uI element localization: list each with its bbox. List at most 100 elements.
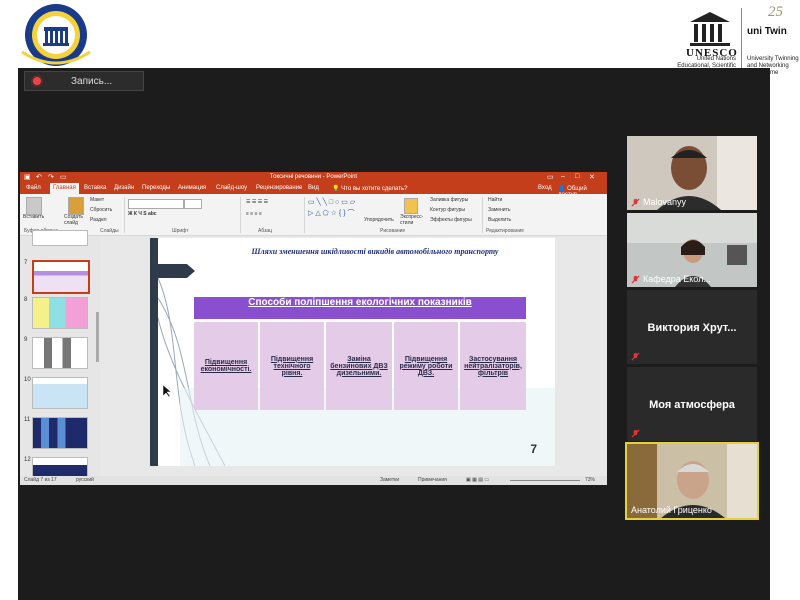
shapes-gallery[interactable]: ▭ ╲ ╲ □ ○ ▭ ▱ (308, 198, 355, 206)
slide-method-cell: Заміна бензинових ДВЗ дизельними. (326, 322, 392, 410)
university-logo (21, 4, 91, 66)
slide-thumbnail[interactable] (32, 230, 88, 246)
shapes-gallery-row2[interactable]: ▷ △ ⬠ ☆ { } ⌒ (308, 208, 354, 218)
quick-styles-label: Экспресс-стили (400, 214, 424, 226)
slide-method-cell: Підвищення технічного рівня. (260, 322, 324, 410)
zoom-level[interactable]: 73% (585, 477, 595, 483)
participant-name: Malovanyy (643, 197, 687, 207)
slide-thumbnail-pane: 7 8 9 10 11 12 (20, 230, 100, 477)
quick-styles-icon[interactable] (404, 198, 418, 214)
participant-name: Виктория Хрут... (647, 322, 737, 334)
tab-design[interactable]: Дизайн (114, 185, 134, 191)
font-name-dropdown[interactable] (128, 199, 184, 209)
slide-number: 7 (530, 442, 537, 456)
font-size-dropdown[interactable] (184, 199, 202, 209)
group-drawing: Рисование (380, 228, 406, 234)
muted-mic-icon (631, 198, 640, 207)
tab-slideshow[interactable]: Слайд-шоу (216, 185, 247, 191)
participant-tile[interactable]: Malovanyy (627, 136, 757, 210)
unitwin-wordmark: uni Twin (747, 26, 787, 37)
group-slides: Слайды (100, 228, 119, 234)
group-editing: Редактирование (486, 228, 525, 234)
comments-button[interactable]: Примечания (418, 477, 447, 483)
tab-review[interactable]: Рецензирование (256, 185, 302, 191)
find-button[interactable]: Найти (488, 197, 502, 203)
align-buttons[interactable]: ≡ ≡ ≡ ≡ (246, 211, 262, 217)
thumb-number: 10 (24, 377, 31, 383)
tell-me-search[interactable]: 💡 Что вы хотите сделать? (332, 185, 407, 192)
view-buttons[interactable]: ▣ ▦ ▤ ▭ (466, 477, 489, 483)
mouse-cursor-icon (162, 384, 172, 398)
unitwin-anniversary-number: 25 (768, 4, 783, 20)
ppt-ribbon-tabs: Файл Главная Вставка Дизайн Переходы Ани… (20, 183, 607, 198)
slide-thumbnail[interactable] (32, 377, 88, 409)
ribbon-separator (482, 197, 483, 233)
replace-button[interactable]: Заменить (488, 207, 510, 213)
shape-outline-button[interactable]: Контур фигуры (430, 207, 465, 213)
thumb-number: 7 (24, 260, 28, 266)
zoom-slider[interactable] (510, 480, 580, 481)
shape-fill-button[interactable]: Заливка фигуры (430, 197, 468, 203)
slide-thumbnail[interactable] (32, 457, 88, 477)
slide-method-cell: Застосування нейтралізаторів, фільтрів (460, 322, 526, 410)
slide-arrow-shape (150, 264, 195, 278)
thumbnail-scrollbar[interactable] (96, 312, 99, 362)
sign-in-link[interactable]: Вход (538, 185, 552, 191)
slide-thumbnail[interactable] (32, 297, 88, 329)
reset-button[interactable]: Сбросить (90, 207, 112, 213)
layout-button[interactable]: Макет (90, 197, 104, 203)
ribbon-display-icon[interactable]: ▭ (547, 173, 554, 181)
new-slide-icon[interactable] (68, 197, 84, 215)
participant-tile[interactable]: Кафедра Екол... (627, 213, 757, 287)
record-icon (33, 77, 41, 85)
muted-mic-icon (631, 429, 640, 438)
slide-counter: Слайд 7 из 17 (24, 477, 57, 483)
ribbon-separator (240, 197, 241, 233)
slide-banner-text: Способи поліпшення екологічних показникі… (248, 297, 472, 308)
thumb-number: 8 (24, 297, 28, 303)
section-button[interactable]: Раздел (90, 217, 107, 223)
tab-file[interactable]: Файл (26, 185, 41, 191)
ppt-ribbon: Вставить Создать слайд Макет Сбросить Ра… (20, 194, 607, 236)
tab-view[interactable]: Вид (308, 185, 319, 191)
slide-thumbnail[interactable] (32, 337, 88, 369)
participant-tile[interactable]: Виктория Хрут... (627, 290, 757, 364)
paste-icon[interactable] (26, 197, 42, 215)
close-icon[interactable]: ✕ (589, 173, 595, 181)
bold-button[interactable]: Ж К Ч S abc (128, 211, 157, 217)
ppt-status-bar: Слайд 7 из 17 русский Заметки Примечания… (20, 476, 607, 485)
recording-indicator[interactable]: Запись... (24, 71, 144, 91)
recording-label: Запись... (71, 75, 113, 87)
group-paragraph: Абзац (258, 228, 273, 234)
minimize-icon[interactable]: – (561, 173, 565, 180)
list-buttons[interactable]: ☰ ☰ ☰ ☰ (246, 199, 268, 205)
ppt-title-bar: ▣ ↶ ↷ ▭ Токсичні речовини - PowerPoint ▭… (20, 172, 607, 183)
ribbon-separator (124, 197, 125, 233)
slide-thumbnail-selected[interactable] (32, 260, 90, 294)
tab-insert[interactable]: Вставка (84, 185, 106, 191)
arrange-button[interactable]: Упорядочить (364, 217, 394, 223)
participant-tile[interactable]: Моя атмосфера (627, 367, 757, 441)
active-speaker-tile[interactable]: Анатолий Гриценко (625, 442, 759, 520)
thumb-number: 12 (24, 457, 31, 463)
slide-thumbnail[interactable] (32, 417, 88, 449)
tab-transitions[interactable]: Переходы (142, 185, 170, 191)
tell-me-label: Что вы хотите сделать? (341, 186, 408, 192)
ribbon-separator (304, 197, 305, 233)
paste-label: Вставить (23, 214, 45, 220)
tab-home[interactable]: Главная (50, 183, 79, 194)
tab-animations[interactable]: Анимация (178, 185, 206, 191)
notes-button[interactable]: Заметки (380, 477, 399, 483)
muted-mic-icon (631, 275, 640, 284)
select-button[interactable]: Выделить (488, 217, 511, 223)
slide-method-cell: Підвищення економічності. (194, 322, 258, 410)
shape-effects-button[interactable]: Эффекты фигуры (430, 217, 472, 223)
group-font: Шрифт (172, 228, 189, 234)
thumb-number: 9 (24, 337, 28, 343)
maximize-icon[interactable]: □ (575, 173, 579, 180)
language-indicator[interactable]: русский (76, 477, 94, 483)
participant-name: Кафедра Екол... (643, 274, 711, 284)
unesco-temple-icon (690, 12, 730, 46)
new-slide-label: Создать слайд (64, 214, 84, 226)
muted-mic-icon (631, 352, 640, 361)
